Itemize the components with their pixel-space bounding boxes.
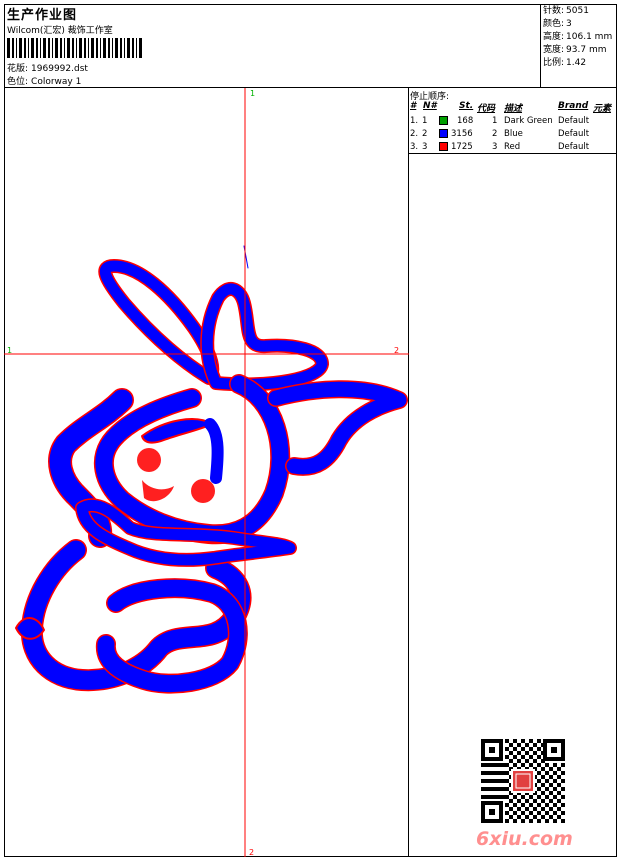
colorway-row: 色位: Colorway 1 [7, 74, 81, 87]
header-panel: 生产作业图 Wilcom(汇宏) 裁饰工作室 花版: 1969992.dst 色位… [4, 4, 540, 88]
axis-marker-right: 2 [394, 346, 399, 355]
row-number: 3 [422, 142, 428, 152]
stat-height: 高度: 106.1 mm [543, 31, 617, 44]
stat-value: 5051 [566, 6, 589, 16]
col-description: 描述 [504, 104, 523, 114]
row-index: 2. [410, 129, 419, 139]
row-number: 1 [422, 116, 428, 126]
eyebrow [204, 418, 224, 484]
row-description: Dark Green [504, 116, 553, 126]
stat-stitches: 针数: 5051 [543, 5, 617, 18]
col-number: N# [423, 101, 437, 111]
stat-label: 颜色: [543, 19, 565, 29]
axis-marker-left: 1 [7, 346, 12, 355]
design-preview: 1 2 1 2 [4, 88, 409, 857]
design-file-value: 1969992.dst [31, 64, 88, 74]
col-stitches: St. [459, 101, 474, 111]
row-description: Red [504, 142, 521, 152]
right-ear [200, 282, 329, 392]
watermark-logo: 6xiu.com [476, 828, 573, 850]
colorway-value: Colorway 1 [31, 77, 82, 87]
embroidery-canvas: 1 2 1 2 [4, 88, 409, 857]
stat-value: 3 [566, 19, 572, 29]
row-description: Blue [504, 129, 523, 139]
col-code: 代码 [477, 104, 496, 114]
row-brand: Default [558, 116, 590, 126]
colorway-label: 色位: [7, 77, 29, 87]
barcode-icon [7, 38, 142, 58]
col-element: 元素 [593, 104, 612, 114]
row-number: 2 [422, 129, 428, 139]
stat-label: 比例: [543, 58, 565, 68]
stat-colors: 颜色: 3 [543, 18, 617, 31]
color-swatch-red [439, 142, 448, 151]
stat-label: 高度: [543, 32, 565, 42]
stat-value: 106.1 mm [566, 32, 613, 42]
axis-marker-bottom: 2 [249, 848, 254, 857]
row-code: 3 [492, 142, 498, 152]
row-brand: Default [558, 129, 590, 139]
row-stitches: 168 [457, 116, 474, 126]
col-index: # [410, 101, 417, 111]
row-index: 1. [410, 116, 419, 126]
stat-width: 宽度: 93.7 mm [543, 44, 617, 57]
stop-sequence-panel: 停止顺序: # N# St. 代码 描述 Brand 元素 1. 1 168 1… [409, 88, 617, 154]
right-cheek [191, 479, 215, 503]
studio-subtitle: Wilcom(汇宏) 裁饰工作室 [7, 26, 113, 36]
stat-value: 93.7 mm [566, 45, 607, 55]
row-brand: Default [558, 142, 590, 152]
row-stitches: 1725 [451, 142, 473, 152]
qr-code-icon [480, 738, 566, 824]
design-file-label: 花版: [7, 64, 29, 74]
row-index: 3. [410, 142, 419, 152]
color-swatch-dark-green [439, 116, 448, 125]
row-code: 1 [492, 116, 498, 126]
stats-panel: 针数: 5051 颜色: 3 高度: 106.1 mm 宽度: 93.7 mm 比例: 1… [540, 4, 617, 88]
mouth [142, 480, 174, 502]
bunny-artwork [15, 245, 408, 694]
stat-value: 1.42 [566, 58, 587, 68]
design-file-row: 花版: 1969992.dst [7, 61, 88, 74]
axis-marker-top: 1 [250, 89, 255, 98]
page-title: 生产作业图 [7, 8, 78, 23]
left-cheek [137, 448, 161, 472]
stat-label: 宽度: [543, 45, 565, 55]
col-brand: Brand [558, 101, 589, 111]
row-code: 2 [492, 129, 498, 139]
stat-scale: 比例: 1.42 [543, 57, 617, 70]
row-stitches: 3156 [451, 129, 473, 139]
stat-label: 针数: [543, 6, 565, 16]
color-swatch-blue [439, 129, 448, 138]
